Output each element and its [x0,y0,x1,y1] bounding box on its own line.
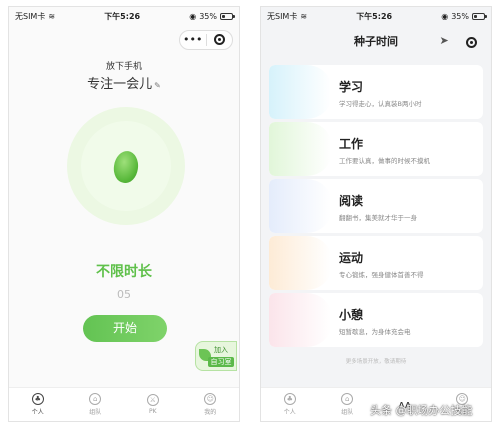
miniprogram-capsule: ••• [179,30,233,50]
card-decoration [269,65,331,119]
edit-icon[interactable]: ✎ [154,81,161,90]
scene-list: 学习 学习得走心，认真装B两小时 工作 工作要认真，做事的时候不摸机 阅读 翻翻… [269,65,483,350]
target-icon [213,34,225,45]
focus-screen: 无SIM卡 ≋ 下午5:26 ◉ 35% ••• 放下手机 专注一会儿 ✎ 不限时… [8,6,240,422]
carrier-label: 无SIM卡 [267,11,298,21]
tree-icon: ♣ [283,393,296,405]
tab-personal[interactable]: ♣ 个人 [9,388,67,421]
tree-icon: ♣ [31,393,44,405]
footer-note: 更多场景开放，敬请期待 [345,359,407,365]
card-title: 小憩 [339,308,364,322]
tab-label: 组队 [341,409,354,416]
card-decoration [269,236,331,290]
join-label: 加入 [214,346,228,354]
profile-icon: ☺ [204,393,217,405]
carrier-label: 无SIM卡 [15,11,46,21]
tab-pk[interactable]: ⚔ PK [124,388,182,421]
card-title: 运动 [339,251,364,265]
tab-label: 个人 [283,409,296,416]
wifi-icon: ≋ [300,11,308,21]
location-icon: ◉ [441,11,449,21]
card-description: 学习得走心，认真装B两小时 [339,100,422,108]
tab-label: 组队 [89,409,102,416]
tab-team[interactable]: ⌂ 组队 [319,388,377,421]
status-bar: 无SIM卡 ≋ 下午5:26 ◉ 35% [9,7,239,25]
card-description: 短暂歇息，为身体充会电 [339,328,411,336]
timer-circle[interactable] [67,107,185,225]
card-description: 翻翻书，集美就才华于一身 [339,214,417,222]
more-menu-button[interactable]: ••• [180,31,206,49]
battery-icon [220,12,235,20]
duration-mode[interactable]: 不限时长 [9,261,239,281]
tab-label: PK [148,408,157,415]
focus-title-text: 专注一会儿 [87,77,153,92]
card-title: 工作 [339,137,364,151]
card-description: 工作要认真，做事的时候不摸机 [339,157,430,165]
card-decoration [269,179,331,233]
close-miniprogram-button[interactable] [207,31,233,49]
tab-label: 我的 [204,409,217,416]
card-decoration [269,122,331,176]
tab-mine[interactable]: ☺ 我的 [182,388,240,421]
status-time: 下午5:26 [104,11,141,21]
pk-icon: ⚔ [146,394,159,406]
battery-icon [472,12,487,20]
tab-personal[interactable]: ♣ 个人 [261,388,319,421]
focus-title[interactable]: 专注一会儿 ✎ [9,73,239,92]
start-button[interactable]: 开始 [83,315,167,342]
scene-card-nap[interactable]: 小憩 短暂歇息，为身体充会电 [269,293,483,347]
tab-team[interactable]: ⌂ 组队 [67,388,125,421]
group-icon: ⌂ [89,393,102,405]
close-miniprogram-button[interactable] [465,31,477,50]
join-study-room-button[interactable]: 加入 自习室 [195,341,237,371]
wifi-icon: ≋ [48,11,56,21]
card-description: 专心锻炼，强身健体首善不得 [339,271,424,279]
minutes-value[interactable]: 05 [9,288,239,301]
focus-subtitle: 放下手机 [105,62,142,72]
battery-percent: 35% [451,11,469,21]
scene-card-work[interactable]: 工作 工作要认真，做事的时候不摸机 [269,122,483,176]
watermark: 头条 @职场办公技能 [370,404,473,417]
status-time: 下午5:26 [356,11,393,21]
tab-label: 个人 [31,409,44,416]
tab-bar: ♣ 个人 ⌂ 组队 ⚔ PK ☺ 我的 [9,387,239,421]
location-icon: ◉ [189,11,197,21]
seed-time-screen: 无SIM卡 ≋ 下午5:26 ◉ 35% 种子时间 ➤ 学习 学习得走心，认真装… [260,6,492,422]
location-arrow-icon[interactable]: ➤ [439,34,448,47]
card-decoration [269,293,331,347]
scene-card-reading[interactable]: 阅读 翻翻书，集美就才华于一身 [269,179,483,233]
battery-percent: 35% [199,11,217,21]
scene-card-study[interactable]: 学习 学习得走心，认真装B两小时 [269,65,483,119]
target-icon [465,36,477,48]
card-title: 阅读 [339,194,364,208]
scene-card-exercise[interactable]: 运动 专心锻炼，强身健体首善不得 [269,236,483,290]
study-room-label: 自习室 [208,357,234,367]
nav-actions: ➤ [431,30,485,50]
card-title: 学习 [339,80,364,94]
status-bar: 无SIM卡 ≋ 下午5:26 ◉ 35% [261,7,491,25]
group-icon: ⌂ [341,393,354,405]
